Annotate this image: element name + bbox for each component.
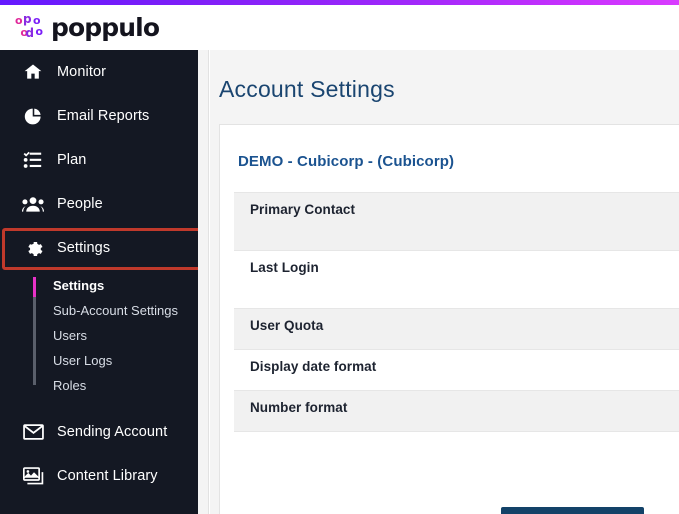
card-title: DEMO - Cubicorp - (Cubicorp) xyxy=(220,125,679,170)
svg-text:o: o xyxy=(15,14,23,27)
sidebar-item-label: Plan xyxy=(57,152,86,168)
sidebar-item-settings[interactable]: Settings xyxy=(0,226,198,270)
gear-icon xyxy=(22,237,44,259)
sidebar-item-sending-account[interactable]: Sending Account xyxy=(0,410,198,454)
submenu-item-users[interactable]: Users xyxy=(0,323,198,348)
row-label: Primary Contact xyxy=(250,202,355,217)
sidebar-item-people[interactable]: People xyxy=(0,182,198,226)
envelope-icon xyxy=(22,421,44,443)
svg-text:p: p xyxy=(23,13,32,26)
table-row[interactable]: Last Login xyxy=(234,251,679,309)
sidebar-item-label: Monitor xyxy=(57,64,106,80)
brand-logo[interactable]: o p o o p o poppulo xyxy=(14,13,159,43)
sidebar-item-email-reports[interactable]: Email Reports xyxy=(0,94,198,138)
poppulo-circular-logo-icon: o p o o p o xyxy=(14,13,46,43)
row-label: Number format xyxy=(250,400,347,415)
row-label: Last Login xyxy=(250,260,319,275)
submenu-item-settings[interactable]: Settings xyxy=(0,273,198,298)
sidebar-scrollbar[interactable] xyxy=(198,50,209,514)
brand-header: o p o o p o poppulo xyxy=(0,5,679,50)
sidebar-item-monitor[interactable]: Monitor xyxy=(0,50,198,94)
svg-text:p: p xyxy=(25,27,34,41)
sidebar-item-plan[interactable]: Plan xyxy=(0,138,198,182)
settings-table: Primary Contact Last Login User Quota Di… xyxy=(234,192,679,432)
page-title: Account Settings xyxy=(210,50,679,103)
image-stack-icon xyxy=(22,465,44,487)
account-settings-card: DEMO - Cubicorp - (Cubicorp) Primary Con… xyxy=(219,124,679,514)
people-icon xyxy=(22,193,44,215)
brand-wordmark: poppulo xyxy=(51,15,159,40)
sidebar-item-label: Email Reports xyxy=(57,108,149,124)
task-list-icon xyxy=(22,149,44,171)
main-content: Account Settings DEMO - Cubicorp - (Cubi… xyxy=(210,50,679,514)
settings-submenu: Settings Sub-Account Settings Users User… xyxy=(0,273,198,398)
svg-text:o: o xyxy=(33,14,41,27)
submenu-item-user-logs[interactable]: User Logs xyxy=(0,348,198,373)
table-row[interactable]: Primary Contact xyxy=(234,193,679,251)
home-icon xyxy=(22,61,44,83)
sidebar-item-label: Settings xyxy=(57,240,110,256)
sidebar: Monitor Email Reports Plan xyxy=(0,50,198,514)
account-settings-button[interactable]: Account Settings xyxy=(501,507,644,514)
submenu-item-sub-account-settings[interactable]: Sub-Account Settings xyxy=(0,298,198,323)
sidebar-item-label: People xyxy=(57,196,103,212)
sidebar-item-settings-wrapper: Settings xyxy=(0,226,198,270)
app-window: o p o o p o poppulo xyxy=(0,0,679,514)
table-row[interactable]: Display date format xyxy=(234,350,679,391)
table-row[interactable]: Number format xyxy=(234,391,679,432)
nav-spacer xyxy=(0,398,198,410)
card-footer: View/Edit Global Settings for your Accou… xyxy=(234,507,644,514)
pie-chart-icon xyxy=(22,105,44,127)
table-row[interactable]: User Quota xyxy=(234,309,679,350)
submenu-item-roles[interactable]: Roles xyxy=(0,373,198,398)
row-label: User Quota xyxy=(250,318,323,333)
sidebar-item-label: Content Library xyxy=(57,468,158,484)
sidebar-item-content-library[interactable]: Content Library xyxy=(0,454,198,498)
row-label: Display date format xyxy=(250,359,376,374)
svg-text:o: o xyxy=(35,26,43,39)
sidebar-item-label: Sending Account xyxy=(57,424,167,440)
submenu-rail-active-indicator xyxy=(33,277,36,297)
